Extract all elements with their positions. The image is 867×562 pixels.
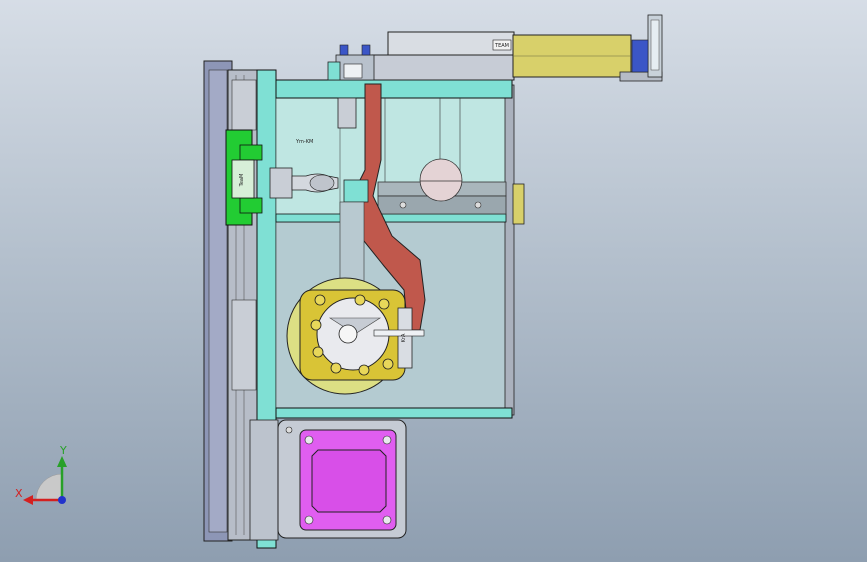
assembly-drawing: TeaM Ym-KM TEAM KrA Y X [15, 14, 663, 549]
top-block-label: TEAM [494, 43, 509, 49]
y-axis-label: Y [59, 444, 67, 457]
axis-triad: Y X [15, 444, 67, 505]
cad-viewport[interactable]: TeaM Ym-KM TEAM KrA Y X [0, 0, 867, 562]
x-axis-label: X [15, 487, 23, 500]
green-block-label: TeaM [239, 174, 245, 188]
mid-block-label: KrA [401, 333, 407, 342]
panel-label: Ym-KM [295, 139, 313, 145]
bottom-housing [249, 419, 407, 541]
